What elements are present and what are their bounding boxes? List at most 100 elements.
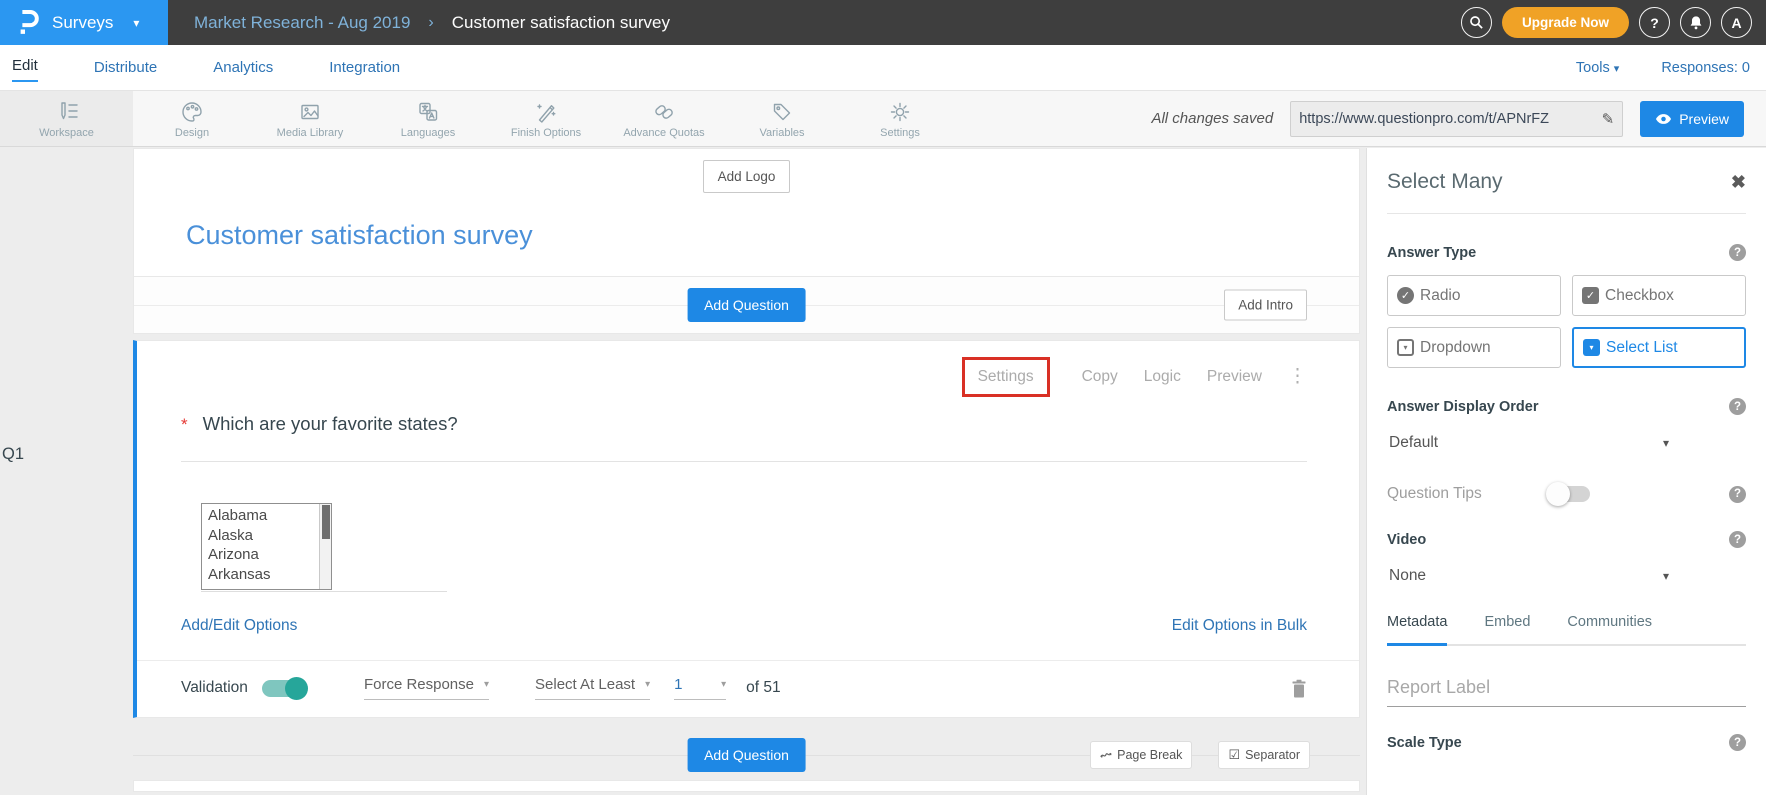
preview-action[interactable]: Preview bbox=[1207, 368, 1262, 386]
surveys-menu[interactable]: Surveys ▾ bbox=[0, 0, 168, 45]
toolbar-item-settings[interactable]: Settings bbox=[841, 91, 959, 146]
tab-integration[interactable]: Integration bbox=[329, 55, 400, 80]
responses-count[interactable]: Responses: 0 bbox=[1661, 60, 1750, 76]
upgrade-now-button[interactable]: Upgrade Now bbox=[1502, 7, 1629, 38]
listbox-scrollbar[interactable] bbox=[319, 504, 331, 589]
tab-distribute[interactable]: Distribute bbox=[94, 55, 157, 80]
report-label-input[interactable] bbox=[1387, 677, 1746, 707]
answer-type-radio[interactable]: ✓ Radio bbox=[1387, 275, 1561, 316]
toolbar-item-finish-options[interactable]: Finish Options bbox=[487, 91, 605, 146]
add-question-button-top[interactable]: Add Question bbox=[687, 288, 806, 322]
question-settings-panel: Select Many ✖ Answer Type ? ✓ Radio ✓ Ch… bbox=[1366, 148, 1766, 795]
search-button[interactable] bbox=[1461, 7, 1492, 38]
list-option[interactable]: Arizona bbox=[208, 545, 317, 565]
account-avatar[interactable]: A bbox=[1721, 7, 1752, 38]
answer-type-select-list[interactable]: ▾ Select List bbox=[1572, 327, 1746, 368]
force-response-dropdown[interactable]: Force Response ▾ bbox=[364, 676, 489, 700]
wand-icon bbox=[533, 99, 559, 125]
bell-icon bbox=[1689, 15, 1703, 30]
link-icon bbox=[651, 99, 677, 125]
select-list-preview[interactable]: Alabama Alaska Arizona Arkansas bbox=[201, 503, 332, 590]
survey-url-input[interactable] bbox=[1299, 111, 1601, 127]
surveys-label: Surveys bbox=[52, 13, 113, 33]
tab-edit[interactable]: Edit bbox=[12, 53, 38, 82]
tab-metadata[interactable]: Metadata bbox=[1387, 614, 1447, 646]
radio-icon: ✓ bbox=[1397, 287, 1414, 304]
add-edit-options-link[interactable]: Add/Edit Options bbox=[181, 617, 297, 635]
question-mark-icon: ? bbox=[1650, 15, 1659, 31]
copy-action[interactable]: Copy bbox=[1082, 368, 1118, 386]
eye-icon bbox=[1655, 113, 1672, 125]
display-order-select[interactable]: Default ▾ bbox=[1387, 434, 1669, 452]
checkbox-icon: ✓ bbox=[1582, 287, 1599, 304]
next-section-card-edge bbox=[133, 780, 1360, 792]
min-count-dropdown[interactable]: 1 ▾ bbox=[674, 676, 726, 700]
video-select[interactable]: None ▾ bbox=[1387, 567, 1669, 585]
metadata-tabs: Metadata Embed Communities bbox=[1387, 614, 1746, 646]
primary-nav: Edit Distribute Analytics Integration To… bbox=[0, 45, 1766, 90]
help-icon[interactable]: ? bbox=[1729, 734, 1746, 751]
help-icon[interactable]: ? bbox=[1729, 486, 1746, 503]
image-icon bbox=[297, 99, 323, 125]
tab-embed[interactable]: Embed bbox=[1484, 614, 1530, 644]
trash-icon bbox=[1291, 679, 1307, 698]
select-at-least-dropdown[interactable]: Select At Least ▾ bbox=[535, 676, 650, 700]
list-option[interactable]: Alabama bbox=[208, 506, 317, 526]
question-tips-toggle[interactable] bbox=[1548, 486, 1590, 502]
gear-icon bbox=[887, 99, 913, 125]
list-option[interactable]: Arkansas bbox=[208, 565, 317, 585]
question-card: Settings Copy Logic Preview ⋮ * Which ar… bbox=[133, 340, 1360, 718]
add-question-button-bottom[interactable]: Add Question bbox=[687, 738, 806, 772]
toolbar-item-workspace[interactable]: Workspace bbox=[0, 91, 133, 146]
preview-button[interactable]: Preview bbox=[1640, 101, 1744, 137]
delete-question-button[interactable] bbox=[1291, 679, 1307, 698]
breadcrumb-current: Customer satisfaction survey bbox=[452, 13, 670, 33]
workspace-icon bbox=[54, 99, 80, 125]
more-options-icon[interactable]: ⋮ bbox=[1288, 370, 1307, 384]
question-text[interactable]: Which are your favorite states? bbox=[203, 413, 458, 435]
answer-display-order-label: Answer Display Order bbox=[1387, 399, 1539, 415]
edit-options-in-bulk-link[interactable]: Edit Options in Bulk bbox=[1172, 617, 1307, 635]
edit-toolbar: Workspace Design Media Library Languages… bbox=[0, 90, 1766, 147]
logic-action[interactable]: Logic bbox=[1144, 368, 1181, 386]
tab-analytics[interactable]: Analytics bbox=[213, 55, 273, 80]
validation-toggle[interactable] bbox=[262, 680, 306, 697]
toolbar-item-languages[interactable]: Languages bbox=[369, 91, 487, 146]
chevron-down-icon: ▾ bbox=[133, 16, 139, 30]
toolbar-item-advance-quotas[interactable]: Advance Quotas bbox=[605, 91, 723, 146]
select-list-icon: ▾ bbox=[1583, 339, 1600, 356]
survey-title[interactable]: Customer satisfaction survey bbox=[134, 193, 1359, 276]
add-intro-button[interactable]: Add Intro bbox=[1224, 290, 1307, 321]
settings-action-highlighted[interactable]: Settings bbox=[962, 357, 1050, 397]
answer-type-dropdown[interactable]: ▾ Dropdown bbox=[1387, 327, 1561, 368]
tab-communities[interactable]: Communities bbox=[1567, 614, 1652, 644]
survey-url-field: ✎ bbox=[1290, 101, 1623, 137]
chevron-down-icon: ▾ bbox=[721, 679, 726, 690]
toolbar-item-media-library[interactable]: Media Library bbox=[251, 91, 369, 146]
page-break-button[interactable]: Page Break bbox=[1090, 741, 1192, 769]
answer-type-checkbox[interactable]: ✓ Checkbox bbox=[1572, 275, 1746, 316]
notifications-button[interactable] bbox=[1680, 7, 1711, 38]
separator-icon: ☑ bbox=[1228, 747, 1240, 763]
add-logo-button[interactable]: Add Logo bbox=[703, 160, 791, 193]
breadcrumb-folder[interactable]: Market Research - Aug 2019 bbox=[194, 13, 410, 33]
add-question-footer: Add Question Page Break ☑ Separator bbox=[133, 738, 1360, 771]
add-question-band: Add Question Add Intro bbox=[133, 276, 1360, 334]
chevron-down-icon: ▾ bbox=[484, 679, 489, 690]
question-tips-label: Question Tips bbox=[1387, 485, 1482, 503]
list-option[interactable]: Alaska bbox=[208, 526, 317, 546]
help-button[interactable]: ? bbox=[1639, 7, 1670, 38]
help-icon[interactable]: ? bbox=[1729, 398, 1746, 415]
questionpro-logo-icon bbox=[18, 9, 39, 36]
help-icon[interactable]: ? bbox=[1729, 244, 1746, 261]
edit-url-icon[interactable]: ✎ bbox=[1602, 110, 1615, 128]
toolbar-item-design[interactable]: Design bbox=[133, 91, 251, 146]
close-icon[interactable]: ✖ bbox=[1731, 172, 1746, 193]
tools-menu[interactable]: Tools ▾ bbox=[1576, 60, 1619, 76]
avatar-initial: A bbox=[1731, 15, 1741, 31]
breadcrumb: Market Research - Aug 2019 › Customer sa… bbox=[194, 13, 670, 33]
help-icon[interactable]: ? bbox=[1729, 531, 1746, 548]
survey-editor-canvas: Q1 Add Logo Customer satisfaction survey… bbox=[0, 148, 1366, 795]
toolbar-item-variables[interactable]: Variables bbox=[723, 91, 841, 146]
separator-button[interactable]: ☑ Separator bbox=[1218, 741, 1310, 769]
